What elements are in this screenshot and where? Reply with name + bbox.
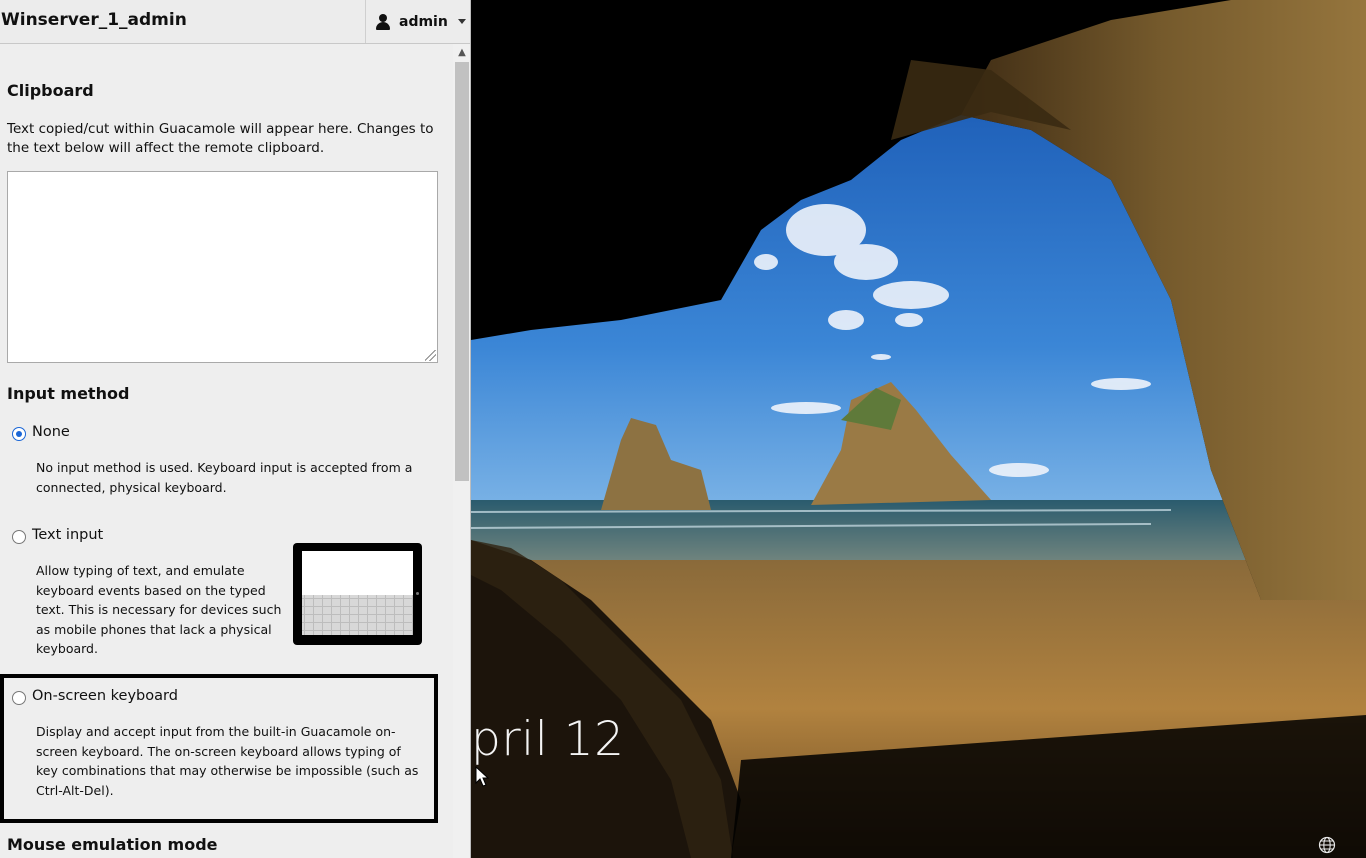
- radio-text-input[interactable]: [12, 530, 26, 544]
- guacamole-side-menu: Winserver_1_admin admin Clipboard Text c…: [0, 0, 471, 858]
- user-menu-button[interactable]: admin: [365, 0, 470, 43]
- globe-icon[interactable]: [1318, 836, 1336, 854]
- lock-screen-date: pril 12: [471, 712, 625, 767]
- clipboard-textarea[interactable]: [7, 171, 438, 363]
- user-icon: [376, 13, 390, 30]
- radio-none[interactable]: [12, 427, 26, 441]
- option-description-on-screen-keyboard: Display and accept input from the built-…: [36, 724, 419, 798]
- menu-header: Winserver_1_admin admin: [0, 0, 470, 44]
- input-method-title: Input method: [7, 384, 130, 403]
- scroll-thumb[interactable]: [455, 62, 469, 481]
- radio-on-screen-keyboard[interactable]: [12, 691, 26, 705]
- clipboard-description: Text copied/cut within Guacamole will ap…: [7, 121, 434, 156]
- tablet-keyboard-illustration: [293, 543, 422, 645]
- user-menu-username: admin: [399, 13, 448, 30]
- mouse-emulation-title: Mouse emulation mode: [7, 835, 218, 854]
- connection-name: Winserver_1_admin: [1, 10, 187, 30]
- chevron-down-icon: [457, 19, 466, 24]
- menu-content: Clipboard Text copied/cut within Guacamo…: [0, 44, 453, 858]
- scroll-up-arrow-icon[interactable]: ▲: [453, 44, 470, 61]
- option-label-on-screen-keyboard[interactable]: On-screen keyboard: [32, 688, 178, 704]
- option-description-none: No input method is used. Keyboard input …: [36, 460, 413, 495]
- mouse-cursor-icon: [475, 766, 489, 787]
- remote-desktop-display[interactable]: pril 12: [471, 0, 1366, 858]
- option-label-none[interactable]: None: [32, 424, 70, 440]
- clipboard-title: Clipboard: [7, 81, 94, 100]
- option-description-text-input: Allow typing of text, and emulate keyboa…: [36, 563, 282, 656]
- menu-scrollbar[interactable]: ▲: [453, 44, 470, 858]
- option-label-text-input[interactable]: Text input: [32, 527, 103, 543]
